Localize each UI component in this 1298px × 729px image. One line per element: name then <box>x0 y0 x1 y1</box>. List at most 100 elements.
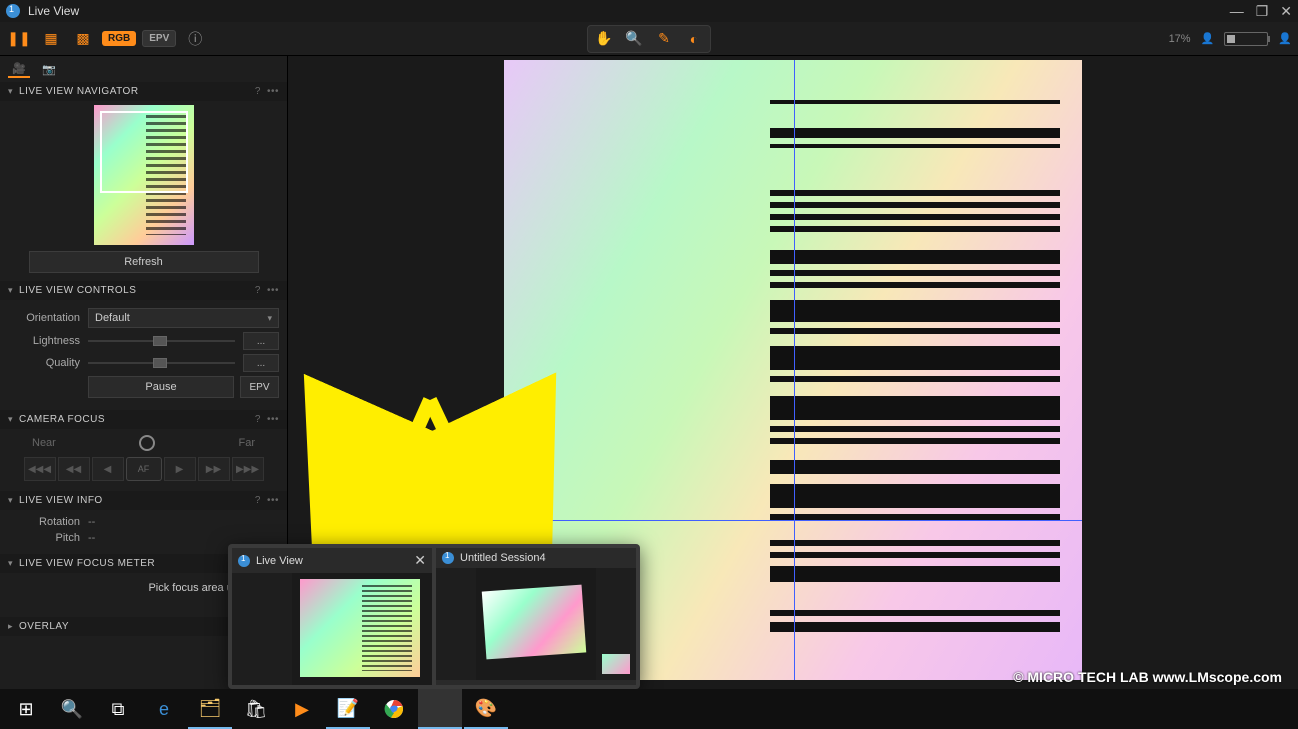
user2-icon[interactable]: 👤 <box>1278 32 1292 45</box>
rotation-value: -- <box>88 516 95 528</box>
epv-button[interactable]: EPV <box>240 376 279 398</box>
user-icon[interactable]: 👤 <box>1201 32 1215 45</box>
menu-dots-icon[interactable]: ••• <box>267 86 279 97</box>
orientation-label: Orientation <box>8 312 80 324</box>
thumbnail-title: Live View <box>256 555 303 567</box>
video-mode-tab[interactable]: 🎥 <box>8 60 30 78</box>
focus-near-1[interactable]: ◀ <box>92 457 124 481</box>
help-icon[interactable]: ? <box>255 86 261 97</box>
panel-title: LIVE VIEW CONTROLS <box>19 285 136 296</box>
contrast-icon[interactable]: ◐ <box>680 28 708 50</box>
focus-near-3[interactable]: ◀◀◀ <box>24 457 56 481</box>
pause-button[interactable]: Pause <box>88 376 234 398</box>
focus-far-1[interactable]: ▶ <box>164 457 196 481</box>
panel-title: LIVE VIEW FOCUS METER <box>19 558 155 569</box>
thumbnail-preview <box>436 568 636 680</box>
start-button[interactable]: ⊞ <box>4 689 48 729</box>
orientation-select[interactable]: Default ▾ <box>88 308 279 328</box>
rotation-label: Rotation <box>8 516 80 528</box>
lightness-label: Lightness <box>8 335 80 347</box>
search-icon[interactable]: 🔍 <box>50 689 94 729</box>
zoom-tool-icon[interactable]: 🔍 <box>620 28 648 50</box>
info-icon[interactable]: ⓘ <box>182 28 208 50</box>
help-icon[interactable]: ? <box>255 414 261 425</box>
focus-far-2[interactable]: ▶▶ <box>198 457 230 481</box>
crosshair-vertical <box>794 60 795 680</box>
controls-header[interactable]: ▾ LIVE VIEW CONTROLS ? ••• <box>0 281 287 300</box>
chrome-icon[interactable] <box>372 689 416 729</box>
chevron-down-icon: ▾ <box>8 285 13 296</box>
near-label: Near <box>32 437 56 449</box>
pitch-label: Pitch <box>8 532 80 544</box>
pan-tool-icon[interactable]: ✋ <box>590 28 618 50</box>
lightness-value: ... <box>243 332 279 350</box>
captureone-icon[interactable] <box>418 689 462 729</box>
help-icon[interactable]: ? <box>255 285 261 296</box>
chevron-right-icon: ▸ <box>8 621 13 632</box>
focus-near-2[interactable]: ◀◀ <box>58 457 90 481</box>
mode-tabs: 🎥 📷 <box>0 56 287 82</box>
thumbnail-liveview[interactable]: Live View ✕ <box>232 548 432 685</box>
focus-panel: Near Far ◀◀◀ ◀◀ ◀ AF ▶ ▶▶ ▶▶▶ <box>0 429 287 491</box>
media-icon[interactable]: ▶ <box>280 689 324 729</box>
chevron-down-icon: ▾ <box>8 86 13 97</box>
menu-dots-icon[interactable]: ••• <box>267 495 279 506</box>
close-button[interactable]: ✕ <box>1280 3 1292 20</box>
refresh-button[interactable]: Refresh <box>29 251 259 273</box>
autofocus-button[interactable]: AF <box>126 457 162 481</box>
panel-title: CAMERA FOCUS <box>19 414 105 425</box>
notes-icon[interactable]: 📝 <box>326 689 370 729</box>
navigator-header[interactable]: ▾ LIVE VIEW NAVIGATOR ? ••• <box>0 82 287 101</box>
explorer-icon[interactable]: 🗂 <box>188 689 232 729</box>
taskbar-thumbnails: Live View ✕ Untitled Session4 <box>228 544 640 689</box>
window-title: Live View <box>28 4 79 18</box>
zoom-label: 17% <box>1169 33 1191 45</box>
help-icon[interactable]: ? <box>255 495 261 506</box>
quality-slider[interactable] <box>88 355 235 371</box>
photo-mode-tab[interactable]: 📷 <box>38 60 60 78</box>
center-toolbar: ✋ 🔍 ✎ ◐ <box>587 25 711 53</box>
battery-indicator <box>1224 32 1268 46</box>
controls-panel: Orientation Default ▾ Lightness ... Qual… <box>0 300 287 410</box>
panel-title: LIVE VIEW INFO <box>19 495 103 506</box>
taskbar: ⊞ 🔍 ⧉ e 🗂 🛍 ▶ 📝 🎨 <box>0 689 1298 729</box>
close-icon[interactable]: ✕ <box>414 552 426 569</box>
toolbar-right: 17% 👤 👤 <box>1169 32 1292 46</box>
epv-toggle[interactable]: EPV <box>142 30 176 47</box>
maximize-button[interactable]: ❐ <box>1256 3 1269 20</box>
edge-icon[interactable]: e <box>142 689 186 729</box>
pause-icon[interactable]: ❚❚ <box>6 28 32 50</box>
grid-icon-2[interactable]: ▩ <box>70 28 96 50</box>
info-header[interactable]: ▾ LIVE VIEW INFO ? ••• <box>0 491 287 510</box>
thumbnail-session[interactable]: Untitled Session4 <box>436 548 636 685</box>
navigator-thumbnail[interactable] <box>94 105 194 245</box>
panel-title: OVERLAY <box>19 621 69 632</box>
thumbnail-title: Untitled Session4 <box>460 552 546 564</box>
app-icon <box>442 552 454 564</box>
eyedropper-icon[interactable]: ✎ <box>650 28 678 50</box>
barcode <box>770 100 1060 660</box>
navigator-selection[interactable] <box>100 111 188 193</box>
paint-icon[interactable]: 🎨 <box>464 689 508 729</box>
taskview-icon[interactable]: ⧉ <box>96 689 140 729</box>
store-icon[interactable]: 🛍 <box>234 689 278 729</box>
menu-dots-icon[interactable]: ••• <box>267 285 279 296</box>
main-area: 🎥 📷 ▾ LIVE VIEW NAVIGATOR ? ••• Refresh … <box>0 56 1298 689</box>
focus-ring-icon <box>139 435 155 451</box>
focus-header[interactable]: ▾ CAMERA FOCUS ? ••• <box>0 410 287 429</box>
quality-label: Quality <box>8 357 80 369</box>
thumbnail-preview <box>232 573 432 685</box>
app-icon <box>6 4 20 18</box>
far-label: Far <box>239 437 256 449</box>
lightness-slider[interactable] <box>88 333 235 349</box>
chevron-down-icon: ▾ <box>8 495 13 506</box>
grid-icon-1[interactable]: ▦ <box>38 28 64 50</box>
titlebar: Live View — ❐ ✕ <box>0 0 1298 22</box>
watermark: © MICRO TECH LAB www.LMscope.com <box>1013 669 1282 685</box>
focus-far-3[interactable]: ▶▶▶ <box>232 457 264 481</box>
minimize-button[interactable]: — <box>1230 3 1244 20</box>
menu-dots-icon[interactable]: ••• <box>267 414 279 425</box>
toolbar: ❚❚ ▦ ▩ RGB EPV ⓘ ✋ 🔍 ✎ ◐ 17% 👤 👤 <box>0 22 1298 56</box>
panel-title: LIVE VIEW NAVIGATOR <box>19 86 139 97</box>
rgb-toggle[interactable]: RGB <box>102 31 136 46</box>
